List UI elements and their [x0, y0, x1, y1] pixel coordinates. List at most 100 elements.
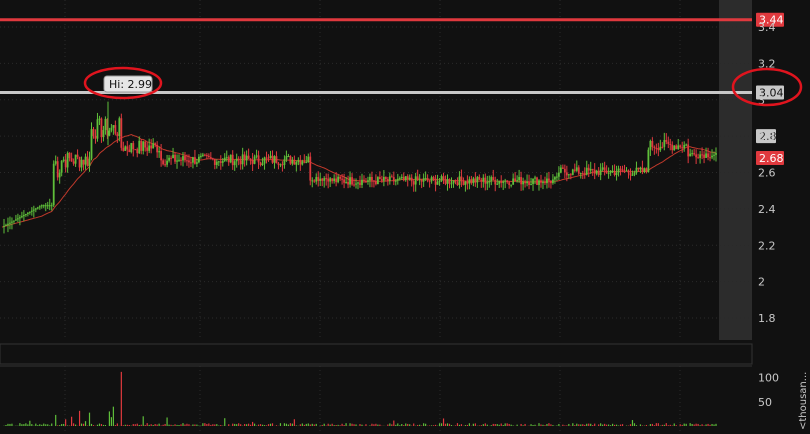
candle-body	[192, 157, 194, 163]
candle-body	[243, 154, 246, 161]
candle-body	[554, 177, 556, 180]
candle-body	[647, 149, 650, 173]
candle-body	[605, 170, 608, 174]
candle-body	[607, 173, 610, 175]
candle-body	[19, 217, 21, 219]
candle-body	[319, 178, 322, 181]
price-tick-label: 2.4	[758, 203, 776, 216]
candle-body	[24, 213, 27, 216]
candle-body	[128, 149, 131, 153]
candle-body	[661, 146, 664, 148]
candle-body	[136, 149, 139, 154]
candle-body	[552, 179, 554, 184]
candle-body	[490, 177, 493, 182]
candle-body	[701, 154, 703, 156]
candle-body	[40, 205, 43, 207]
candle-body	[64, 159, 67, 168]
price-tick-label: 1.8	[758, 312, 776, 325]
candle-body	[353, 184, 355, 186]
candle-body	[76, 154, 79, 157]
candle-body	[168, 157, 170, 161]
candle-body	[434, 178, 437, 185]
candle-body	[679, 145, 682, 148]
candle-body	[512, 178, 515, 185]
candle-body	[432, 177, 435, 179]
candle-body	[707, 153, 709, 158]
candle-body	[528, 181, 530, 185]
candle-body	[215, 161, 218, 165]
candle-body	[357, 182, 359, 184]
candle-body	[3, 225, 5, 228]
candle-body	[225, 157, 228, 159]
candle-body	[559, 167, 562, 173]
candle-body	[369, 176, 371, 181]
candle-body	[625, 170, 628, 172]
candle-body	[253, 156, 256, 164]
candle-body	[663, 140, 666, 147]
candle-body	[424, 178, 427, 180]
candle-body	[388, 176, 391, 182]
candle-body	[454, 180, 457, 183]
candle-body	[219, 161, 222, 163]
candle-body	[265, 157, 268, 159]
candle-body	[653, 146, 656, 148]
candle-body	[589, 168, 592, 171]
candle-body	[532, 178, 534, 185]
price-chart[interactable]: 3.443.042.82.68 3.43.232.82.62.42.221.8 …	[0, 0, 810, 434]
after-hours-shading	[719, 0, 752, 340]
candle-body	[673, 145, 676, 151]
candle-body	[418, 179, 421, 181]
candle-body	[42, 205, 45, 207]
candle-body	[295, 162, 298, 165]
candle-body	[102, 130, 105, 138]
candle-body	[34, 208, 37, 210]
candle-body	[209, 157, 212, 159]
candle-body	[44, 205, 47, 207]
candle-body	[711, 155, 713, 158]
candle-body	[303, 161, 306, 163]
candle-body	[104, 118, 107, 131]
candle-body	[301, 161, 304, 165]
candle-body	[468, 179, 471, 184]
candle-body	[392, 177, 395, 182]
candle-body	[341, 178, 343, 180]
candle-body	[11, 221, 13, 223]
candle-body	[557, 172, 560, 177]
candle-body	[615, 172, 618, 176]
candle-body	[534, 177, 536, 179]
candle-body	[649, 140, 652, 150]
candle-body	[70, 158, 73, 162]
candle-body	[595, 170, 598, 174]
candle-body	[162, 160, 164, 165]
candle-body	[297, 159, 300, 163]
candle-body	[641, 167, 644, 173]
candle-body	[199, 155, 202, 157]
candle-body	[585, 167, 588, 175]
candle-body	[349, 177, 351, 185]
candle-body	[709, 157, 711, 159]
candle-body	[152, 143, 155, 149]
candle-body	[373, 180, 375, 182]
candle-body	[365, 181, 367, 183]
candle-body	[563, 168, 566, 173]
candle-body	[196, 162, 198, 164]
candle-body	[621, 169, 624, 172]
candle-body	[114, 125, 117, 134]
candle-body	[281, 164, 284, 166]
candle-body	[713, 154, 715, 156]
volume-tick-label: 100	[758, 372, 779, 385]
candle-body	[74, 154, 77, 164]
candle-body	[452, 180, 455, 184]
candle-body	[382, 176, 385, 181]
candle-body	[398, 178, 401, 180]
candle-body	[446, 179, 449, 184]
candle-body	[9, 222, 11, 224]
candle-body	[231, 154, 234, 166]
candle-body	[194, 157, 196, 164]
candle-body	[144, 141, 147, 148]
candle-body	[38, 206, 41, 208]
candle-body	[124, 146, 127, 151]
candle-body	[92, 129, 95, 136]
candle-body	[430, 177, 433, 182]
candle-body	[176, 160, 178, 162]
